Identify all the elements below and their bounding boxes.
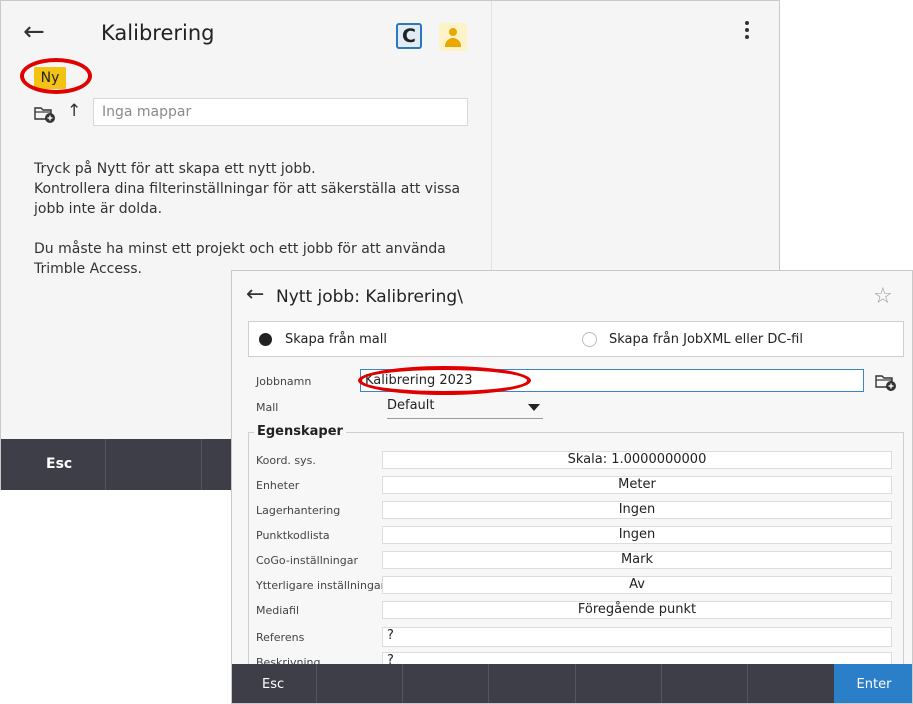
page-title: Kalibrering [101, 21, 215, 45]
highlight-ring [20, 58, 92, 94]
job-name-label: Jobbnamn [256, 375, 312, 388]
radio-label-file[interactable]: Skapa från JobXML eller DC-fil [609, 332, 803, 347]
property-label: Enheter [256, 479, 300, 492]
create-mode-group: Skapa från mall Skapa från JobXML eller … [248, 321, 904, 357]
property-value-layer-manager[interactable]: Ingen [382, 501, 892, 519]
property-label: CoGo-inställningar [256, 554, 359, 567]
property-value-cogo-settings[interactable]: Mark [382, 551, 892, 569]
property-value-units[interactable]: Meter [382, 476, 892, 494]
softkey-separator [105, 439, 106, 490]
user-icon-head [449, 28, 457, 36]
esc-button[interactable]: Esc [232, 664, 316, 703]
radio-label-template[interactable]: Skapa från mall [285, 332, 387, 347]
user-icon[interactable] [439, 23, 467, 51]
template-select-value: Default [387, 398, 435, 413]
property-value-media-file[interactable]: Föregående punkt [382, 601, 892, 619]
radio-from-template[interactable] [259, 333, 272, 346]
enter-button[interactable]: Enter [834, 664, 912, 703]
message-line: Tryck på Nytt för att skapa ett nytt job… [34, 161, 316, 177]
user-icon-body [445, 38, 461, 47]
back-arrow-icon[interactable]: ← [23, 19, 45, 45]
softkey-separator [661, 664, 662, 703]
properties-title: Egenskaper [254, 424, 346, 439]
softkey-separator [201, 439, 202, 490]
new-job-dialog: ← Nytt jobb: Kalibrering\ ☆ Skapa från m… [231, 270, 913, 704]
bottom-bar [232, 664, 912, 703]
softkey-separator [747, 664, 748, 703]
refresh-icon[interactable]: C [396, 23, 422, 49]
folder-path-field[interactable]: Inga mappar [93, 98, 468, 126]
chevron-down-icon [528, 404, 540, 411]
property-label: Mediafil [256, 604, 300, 617]
template-select[interactable]: Default [387, 398, 543, 419]
new-folder-icon[interactable] [875, 373, 897, 395]
highlight-ring [358, 366, 531, 395]
softkey-separator [575, 664, 576, 703]
template-label: Mall [256, 401, 279, 414]
property-value-feature-library[interactable]: Ingen [382, 526, 892, 544]
up-arrow-icon[interactable]: ↑ [67, 101, 81, 121]
property-label: Punktkodlista [256, 529, 330, 542]
new-folder-icon[interactable] [34, 105, 56, 127]
reference-input[interactable]: ? [382, 627, 892, 647]
dialog-title: Nytt jobb: Kalibrering\ [276, 287, 463, 307]
property-label: Referens [256, 631, 305, 644]
radio-from-file[interactable] [582, 332, 597, 347]
esc-button[interactable]: Esc [1, 439, 105, 490]
property-value-additional-settings[interactable]: Av [382, 576, 892, 594]
message-line: Kontrollera dina filterinställningar för… [34, 181, 461, 217]
property-label: Koord. sys. [256, 454, 316, 467]
softkey-separator [316, 664, 317, 703]
softkey-separator [402, 664, 403, 703]
back-arrow-icon[interactable]: ← [246, 283, 264, 307]
property-label: Ytterligare inställningar [256, 579, 386, 592]
kebab-menu-icon[interactable] [745, 21, 751, 42]
property-value-coord-sys[interactable]: Skala: 1.0000000000 [382, 451, 892, 469]
star-icon[interactable]: ☆ [873, 284, 893, 309]
property-label: Lagerhantering [256, 504, 341, 517]
softkey-separator [488, 664, 489, 703]
